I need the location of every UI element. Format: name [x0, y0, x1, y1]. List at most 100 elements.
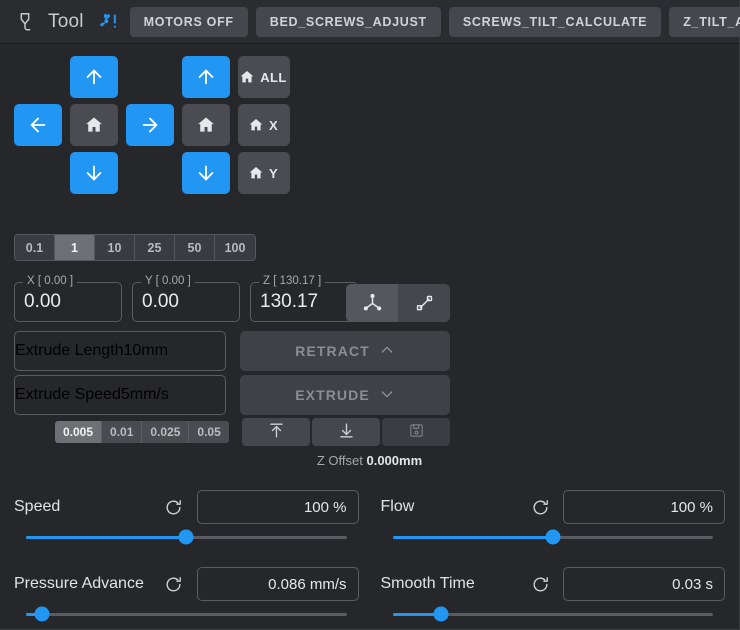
zoffset-step-0-025[interactable]: 0.025 — [142, 421, 189, 443]
reset-icon[interactable] — [529, 496, 551, 518]
z-position-field[interactable]: Z [ 130.17 ] 130.17 — [250, 282, 358, 322]
flow-label: Flow — [381, 498, 415, 516]
zoffset-decrease-button[interactable] — [312, 418, 380, 446]
home-x-button[interactable]: X — [238, 104, 290, 146]
step-size-50[interactable]: 50 — [175, 235, 215, 260]
coordinate-mode-group — [346, 284, 450, 322]
page-title: Tool — [48, 11, 84, 33]
smooth-time-slider-track-wrap[interactable] — [381, 601, 726, 627]
zoffset-step-0-01[interactable]: 0.01 — [102, 421, 142, 443]
flow-slider-thumb[interactable] — [545, 530, 560, 545]
flow-input[interactable]: 100 % — [563, 490, 725, 524]
position-fields: X [ 0.00 ] 0.00 Y [ 0.00 ] 0.00 Z [ 130.… — [14, 282, 358, 322]
home-icon — [196, 115, 216, 135]
flow-slider-track[interactable] — [393, 536, 714, 539]
x-position-legend: X [ 0.00 ] — [23, 275, 77, 287]
smooth-time-input[interactable]: 0.03 s — [563, 567, 725, 601]
move-z-plus-button[interactable] — [182, 56, 230, 98]
zoffset-label: Z Offset — [317, 453, 363, 468]
reset-icon[interactable] — [163, 496, 185, 518]
home-icon — [239, 69, 255, 85]
pressure-advance-slider-track-wrap[interactable] — [14, 601, 359, 627]
step-size-selector: 0.1 1 10 25 50 100 — [14, 234, 256, 261]
move-x-plus-button[interactable] — [126, 104, 174, 146]
home-y-button[interactable]: Y — [238, 152, 290, 194]
smooth-time-slider-track[interactable] — [393, 613, 714, 616]
zoffset-step-0-05[interactable]: 0.05 — [189, 421, 228, 443]
extrude-speed-field[interactable]: Extrude Speed 5 mm/s — [14, 375, 226, 415]
x-position-value: 0.00 — [15, 291, 61, 313]
speed-slider-track[interactable] — [26, 536, 347, 539]
smooth-time-slider-cell: Smooth Time 0.03 s — [381, 567, 726, 627]
tool-panel: Tool MOTORS OFF BED_SCREWS_ADJUST SCREWS… — [0, 0, 740, 630]
flow-slider-cell: Flow 100 % — [381, 490, 726, 550]
move-y-plus-button[interactable] — [70, 56, 118, 98]
retract-button[interactable]: RETRACT — [240, 331, 450, 371]
speed-slider-cell: Speed 100 % — [14, 490, 359, 550]
arrow-up-to-line-icon — [267, 421, 286, 443]
speed-label: Speed — [14, 498, 60, 516]
z-position-legend: Z [ 130.17 ] — [259, 275, 325, 287]
speed-slider-fill — [26, 536, 186, 539]
extrude-length-field[interactable]: Extrude Length 10 mm — [14, 331, 226, 371]
relative-move-icon[interactable] — [398, 284, 450, 322]
motors-off-button[interactable]: MOTORS OFF — [130, 7, 248, 37]
flow-slider-fill — [393, 536, 553, 539]
home-all-button[interactable]: ALL — [238, 56, 290, 98]
extrude-speed-legend: Extrude Speed — [15, 386, 121, 404]
extrude-label: EXTRUDE — [295, 387, 370, 403]
home-xy-button[interactable] — [70, 104, 118, 146]
step-size-25[interactable]: 25 — [135, 235, 175, 260]
slider-grid: Speed 100 % Flow — [0, 490, 739, 627]
reset-icon[interactable] — [163, 573, 185, 595]
zoffset-save-button[interactable] — [382, 418, 450, 446]
home-icon — [248, 117, 264, 133]
move-x-minus-button[interactable] — [14, 104, 62, 146]
fan-alert-icon[interactable] — [98, 11, 118, 33]
flow-slider-track-wrap[interactable] — [381, 524, 726, 550]
step-size-10[interactable]: 10 — [95, 235, 135, 260]
move-z-minus-button[interactable] — [182, 152, 230, 194]
home-icon — [84, 115, 104, 135]
reset-icon[interactable] — [529, 573, 551, 595]
pressure-advance-slider-thumb[interactable] — [35, 607, 50, 622]
z-tilt-adjust-button[interactable]: Z_TILT_ADJUST — [669, 7, 740, 37]
move-y-minus-button[interactable] — [70, 152, 118, 194]
step-size-100[interactable]: 100 — [215, 235, 255, 260]
extrude-button[interactable]: EXTRUDE — [240, 375, 450, 415]
zoffset-step-selector: 0.005 0.01 0.025 0.05 — [55, 421, 229, 443]
zoffset-readout: Z Offset 0.000mm — [0, 453, 739, 468]
extrude-length-legend: Extrude Length — [15, 342, 124, 360]
speed-slider-header: Speed 100 % — [14, 490, 359, 524]
step-size-1[interactable]: 1 — [55, 235, 95, 260]
header-toolbar: Tool MOTORS OFF BED_SCREWS_ADJUST SCREWS… — [0, 0, 739, 44]
screws-tilt-calculate-button[interactable]: SCREWS_TILT_CALCULATE — [449, 7, 661, 37]
pressure-advance-input[interactable]: 0.086 mm/s — [197, 567, 359, 601]
pressure-advance-slider-header: Pressure Advance 0.086 mm/s — [14, 567, 359, 601]
extrude-length-unit: mm — [141, 342, 168, 360]
pressure-advance-slider-track[interactable] — [26, 613, 347, 616]
bed-screws-adjust-button[interactable]: BED_SCREWS_ADJUST — [256, 7, 441, 37]
x-position-field[interactable]: X [ 0.00 ] 0.00 — [14, 282, 122, 322]
speed-slider-thumb[interactable] — [179, 530, 194, 545]
pressure-advance-label: Pressure Advance — [14, 575, 144, 593]
movement-pad: ALL X — [14, 56, 290, 194]
tool-body: ALL X — [0, 44, 739, 629]
y-position-field[interactable]: Y [ 0.00 ] 0.00 — [132, 282, 240, 322]
zoffset-increase-button[interactable] — [242, 418, 310, 446]
smooth-time-slider-thumb[interactable] — [433, 607, 448, 622]
speed-input[interactable]: 100 % — [197, 490, 359, 524]
smooth-time-label: Smooth Time — [381, 575, 475, 593]
step-size-0-1[interactable]: 0.1 — [15, 235, 55, 260]
y-position-legend: Y [ 0.00 ] — [141, 275, 195, 287]
speed-slider-track-wrap[interactable] — [14, 524, 359, 550]
absolute-coords-icon[interactable] — [346, 284, 398, 322]
extruder-nozzle-icon — [14, 11, 36, 33]
smooth-time-slider-header: Smooth Time 0.03 s — [381, 567, 726, 601]
home-z-button[interactable] — [182, 104, 230, 146]
home-x-label: X — [269, 118, 278, 133]
home-y-label: Y — [269, 166, 278, 181]
pressure-advance-slider-cell: Pressure Advance 0.086 mm/s — [14, 567, 359, 627]
home-all-label: ALL — [260, 70, 286, 85]
zoffset-step-0-005[interactable]: 0.005 — [55, 421, 102, 443]
